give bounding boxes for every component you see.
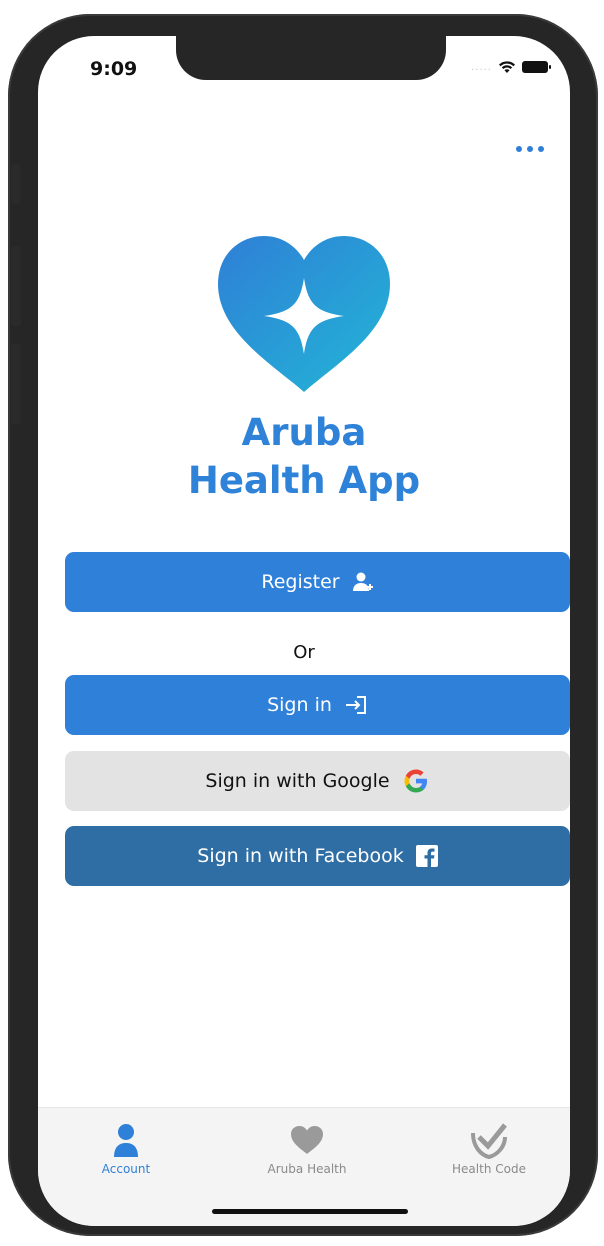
tab-aruba-health-label: Aruba Health <box>267 1162 347 1176</box>
facebook-f-icon <box>415 845 438 867</box>
register-label: Register <box>261 571 340 593</box>
silent-switch <box>11 164 21 204</box>
more-dot <box>538 146 544 152</box>
facebook-sign-in-button[interactable]: Sign in with Facebook <box>65 826 570 886</box>
sign-in-button[interactable]: Sign in <box>65 675 570 735</box>
tab-health-code[interactable]: Health Code <box>414 1120 564 1176</box>
battery-icon <box>522 61 551 73</box>
status-icons: ..... <box>471 60 551 74</box>
tab-bar: Account Aruba Health Health Code <box>38 1107 570 1226</box>
google-sign-in-label: Sign in with Google <box>205 770 390 792</box>
app-title-line2: Health App <box>187 459 421 502</box>
heart-star-logo <box>218 236 390 392</box>
more-dot <box>527 146 533 152</box>
heart-icon <box>232 1120 382 1160</box>
tab-account-label: Account <box>101 1162 151 1176</box>
volume-down-button <box>11 344 21 424</box>
or-separator: Or <box>293 642 315 663</box>
check-shield-icon <box>414 1120 564 1160</box>
volume-up-button <box>11 246 21 326</box>
more-menu-button[interactable] <box>512 140 548 158</box>
google-sign-in-button[interactable]: Sign in with Google <box>65 751 570 811</box>
app-title-line1: Aruba <box>241 411 367 454</box>
phone-frame: 9:09 ..... Aruba Health App Register Or … <box>8 14 598 1236</box>
facebook-sign-in-label: Sign in with Facebook <box>197 845 404 867</box>
signal-icon: ..... <box>471 61 492 73</box>
sign-in-arrow-icon <box>344 695 368 715</box>
add-user-icon <box>352 572 374 592</box>
notch <box>176 36 446 80</box>
status-time: 9:09 <box>90 58 138 80</box>
home-indicator[interactable] <box>212 1209 408 1214</box>
user-icon <box>51 1120 201 1160</box>
tab-health-code-label: Health Code <box>452 1162 526 1176</box>
register-button[interactable]: Register <box>65 552 570 612</box>
tab-account[interactable]: Account <box>51 1120 201 1176</box>
more-dot <box>516 146 522 152</box>
wifi-icon <box>499 61 515 73</box>
tab-aruba-health[interactable]: Aruba Health <box>232 1120 382 1176</box>
sign-in-label: Sign in <box>267 694 332 716</box>
screen: 9:09 ..... Aruba Health App Register Or … <box>38 36 570 1226</box>
google-g-icon <box>402 767 430 795</box>
